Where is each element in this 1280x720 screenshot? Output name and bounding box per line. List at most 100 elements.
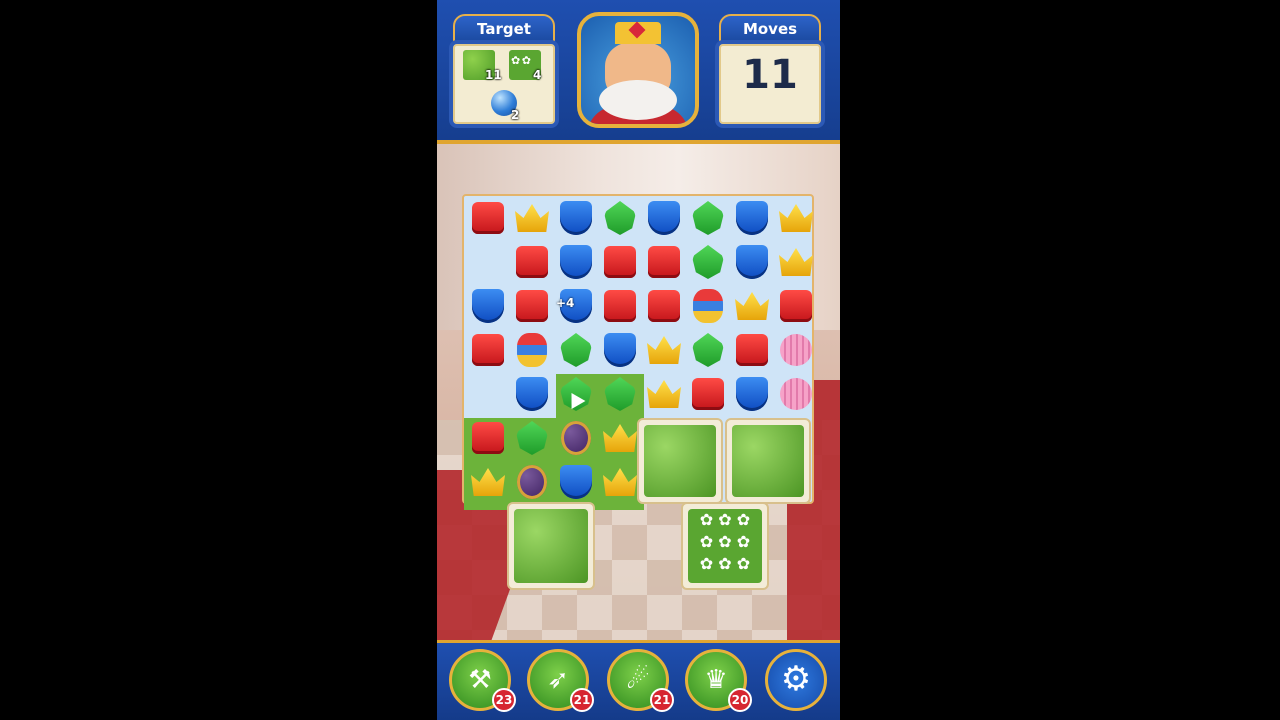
green-piece[interactable]: [512, 418, 552, 458]
flower-target-count: 4: [533, 68, 542, 82]
red-piece[interactable]: [512, 242, 552, 282]
egg-gem-icon: [517, 465, 547, 499]
hammer-count: 23: [492, 688, 516, 712]
hedge-bear-block-2: [725, 418, 811, 504]
ball-target-count: 2: [511, 108, 520, 122]
crown-piece[interactable]: [600, 462, 640, 502]
hammer-booster-button[interactable]: ⚒ 23: [449, 649, 516, 712]
moves-box: 11: [715, 40, 825, 128]
crown-piece[interactable]: [776, 198, 816, 238]
blue-gem-icon: [560, 245, 592, 279]
green-piece[interactable]: [688, 198, 728, 238]
crown-piece[interactable]: [732, 286, 772, 326]
jester-booster-button[interactable]: ♛ 20: [685, 649, 752, 712]
red-gem-icon: [648, 246, 680, 278]
blue-piece[interactable]: [732, 242, 772, 282]
booster-bar: ⚒ 23 ➶ 21 ☄ 21 ♛ 20 ⚙: [437, 640, 840, 720]
red-piece[interactable]: [600, 286, 640, 326]
target-panel: Target 11 4 2: [449, 14, 559, 128]
green-gem-icon: [516, 421, 548, 455]
hedge-bear-block-1: [637, 418, 723, 504]
jester-hat-icon: ♛: [704, 665, 728, 695]
green-piece[interactable]: [688, 242, 728, 282]
red-piece[interactable]: [468, 418, 508, 458]
blue-piece[interactable]: [644, 198, 684, 238]
red-piece[interactable]: [468, 198, 508, 238]
crown-piece[interactable]: [600, 418, 640, 458]
blue-gem-icon: [560, 201, 592, 235]
crown-piece[interactable]: [644, 374, 684, 414]
green-piece[interactable]: [600, 198, 640, 238]
red-gem-icon: [648, 290, 680, 322]
red-gem-icon: [604, 246, 636, 278]
red-piece[interactable]: [468, 330, 508, 370]
crown-piece[interactable]: [644, 330, 684, 370]
blue-piece[interactable]: [732, 198, 772, 238]
red-gem-icon: [516, 246, 548, 278]
green-piece[interactable]: [556, 330, 596, 370]
red-piece[interactable]: [600, 242, 640, 282]
bomb-gem-icon: [517, 333, 547, 367]
combo-text: +4: [556, 296, 575, 310]
green-gem-icon: [692, 245, 724, 279]
cannon-count: 21: [650, 688, 674, 712]
egg-piece[interactable]: [556, 418, 596, 458]
red-gem-icon: [780, 290, 812, 322]
hammer-icon: ⚒: [468, 665, 492, 695]
pink-piece[interactable]: [776, 374, 816, 414]
red-gem-icon: [736, 334, 768, 366]
green-piece[interactable]: [688, 330, 728, 370]
flower-tile-block: ✿ ✿ ✿ ✿ ✿ ✿ ✿ ✿ ✿: [681, 502, 769, 590]
red-piece[interactable]: [512, 286, 552, 326]
red-gem-icon: [604, 290, 636, 322]
blue-piece[interactable]: [556, 242, 596, 282]
crown-piece[interactable]: [468, 462, 508, 502]
green-gem-icon: [692, 201, 724, 235]
egg-gem-icon: [561, 421, 591, 455]
crown-gem-icon: [647, 336, 681, 364]
settings-button[interactable]: ⚙: [765, 649, 827, 711]
hedge-bear-block-3: [507, 502, 595, 590]
pink-gem-icon: [780, 334, 812, 366]
target-goals: 11 4 2: [449, 40, 559, 128]
crown-gem-icon: [471, 468, 505, 496]
bomb-piece[interactable]: [512, 330, 552, 370]
crown-gem-icon: [779, 248, 813, 276]
crown-piece[interactable]: [512, 198, 552, 238]
crown-icon: [615, 22, 661, 44]
red-gem-icon: [472, 422, 504, 454]
cannon-booster-button[interactable]: ☄ 21: [607, 649, 674, 712]
arrow-booster-button[interactable]: ➶ 21: [527, 649, 594, 712]
blue-gem-icon: [736, 377, 768, 411]
blue-piece[interactable]: [556, 462, 596, 502]
moves-count: 11: [742, 52, 798, 98]
red-piece[interactable]: [688, 374, 728, 414]
crown-gem-icon: [779, 204, 813, 232]
blue-piece[interactable]: [556, 198, 596, 238]
egg-piece[interactable]: [512, 462, 552, 502]
red-piece[interactable]: [732, 330, 772, 370]
red-piece[interactable]: [776, 286, 816, 326]
blue-gem-icon: [516, 377, 548, 411]
arrow-count: 21: [570, 688, 594, 712]
crown-piece[interactable]: [776, 242, 816, 282]
jester-count: 20: [728, 688, 752, 712]
blue-piece[interactable]: [600, 330, 640, 370]
red-piece[interactable]: [644, 286, 684, 326]
level-header: Target 11 4 2 Moves 11: [437, 0, 840, 144]
blue-gem-icon: [736, 201, 768, 235]
red-gem-icon: [472, 334, 504, 366]
arrow-icon: ➶: [547, 665, 569, 695]
blue-piece[interactable]: [732, 374, 772, 414]
hedge-target-count: 11: [485, 68, 502, 82]
king-avatar[interactable]: [577, 12, 699, 128]
pink-piece[interactable]: [776, 330, 816, 370]
blue-piece[interactable]: [468, 286, 508, 326]
green-piece[interactable]: [600, 374, 640, 414]
gear-icon: ⚙: [780, 659, 812, 699]
blue-piece[interactable]: [512, 374, 552, 414]
bomb-piece[interactable]: [688, 286, 728, 326]
cannon-icon: ☄: [626, 665, 650, 695]
green-gem-icon: [604, 377, 636, 411]
red-piece[interactable]: [644, 242, 684, 282]
